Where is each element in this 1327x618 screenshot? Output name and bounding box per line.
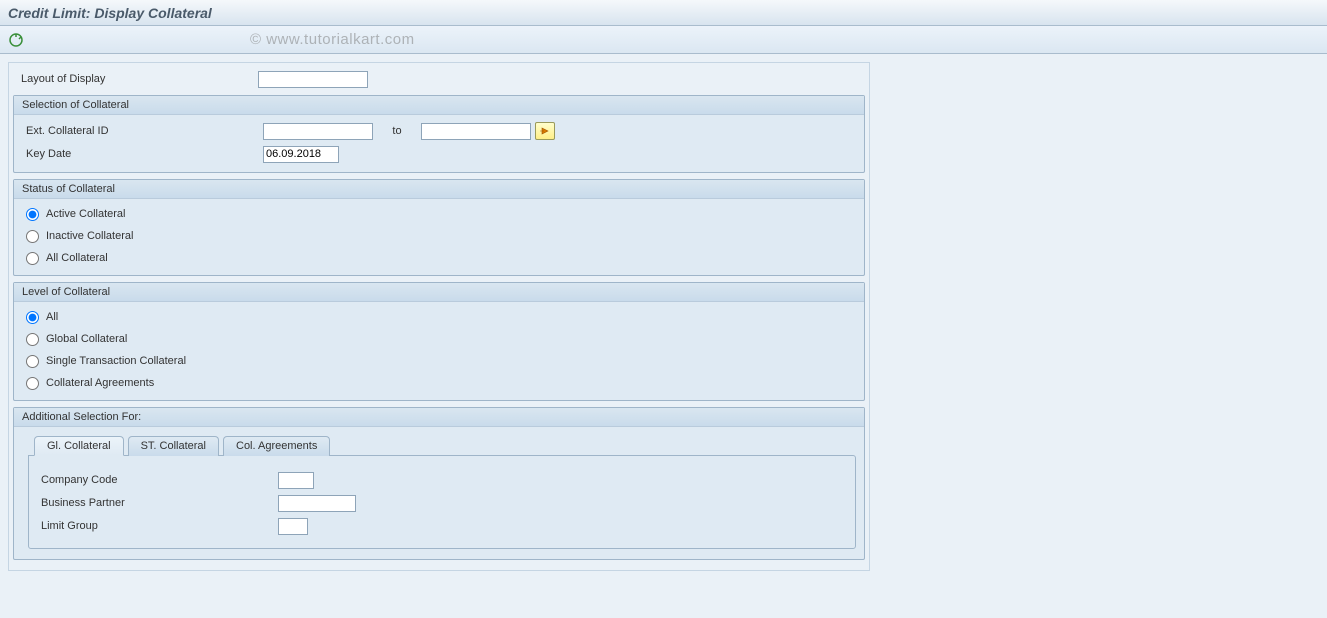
title-bar: Credit Limit: Display Collateral	[0, 0, 1327, 26]
ext-id-label: Ext. Collateral ID	[18, 125, 263, 137]
selection-groupbox: Selection of Collateral Ext. Collateral …	[13, 95, 865, 173]
tab-label-st: ST. Collateral	[141, 440, 206, 452]
level-label-agreements: Collateral Agreements	[46, 377, 154, 389]
status-groupbox: Status of Collateral Active Collateral I…	[13, 179, 865, 276]
level-label-single: Single Transaction Collateral	[46, 355, 186, 367]
level-option-single[interactable]: Single Transaction Collateral	[18, 350, 860, 372]
tab-label-col: Col. Agreements	[236, 440, 317, 452]
key-date-label: Key Date	[18, 148, 263, 160]
status-radio-inactive[interactable]	[26, 230, 39, 243]
status-radio-active[interactable]	[26, 208, 39, 221]
tab-st-collateral[interactable]: ST. Collateral	[128, 436, 219, 456]
tab-gl-collateral[interactable]: Gl. Collateral	[34, 436, 124, 456]
level-radio-all[interactable]	[26, 311, 39, 324]
tab-col-agreements[interactable]: Col. Agreements	[223, 436, 330, 456]
status-label-active: Active Collateral	[46, 208, 125, 220]
key-date-input[interactable]	[263, 146, 339, 163]
multiple-selection-button[interactable]	[535, 122, 555, 140]
selection-group-title: Selection of Collateral	[14, 96, 864, 115]
level-radio-global[interactable]	[26, 333, 39, 346]
status-option-active[interactable]: Active Collateral	[18, 203, 860, 225]
level-option-all[interactable]: All	[18, 306, 860, 328]
layout-label: Layout of Display	[13, 73, 258, 85]
execute-icon[interactable]	[8, 32, 24, 48]
toolbar: © www.tutorialkart.com	[0, 26, 1327, 54]
status-label-inactive: Inactive Collateral	[46, 230, 133, 242]
tabstrip: Gl. Collateral ST. Collateral Col. Agree…	[28, 435, 856, 549]
level-groupbox: Level of Collateral All Global Collatera…	[13, 282, 865, 401]
business-partner-label: Business Partner	[33, 497, 278, 509]
to-label: to	[373, 125, 421, 137]
additional-groupbox: Additional Selection For: Gl. Collateral…	[13, 407, 865, 560]
ext-id-from-input[interactable]	[263, 123, 373, 140]
status-radio-all[interactable]	[26, 252, 39, 265]
status-option-inactive[interactable]: Inactive Collateral	[18, 225, 860, 247]
additional-group-title: Additional Selection For:	[14, 408, 864, 427]
level-label-all: All	[46, 311, 58, 323]
business-partner-input[interactable]	[278, 495, 356, 512]
level-radio-agreements[interactable]	[26, 377, 39, 390]
page-title: Credit Limit: Display Collateral	[8, 5, 212, 21]
level-radio-single[interactable]	[26, 355, 39, 368]
content-area: Layout of Display Selection of Collatera…	[0, 54, 1327, 618]
layout-row: Layout of Display	[13, 68, 865, 90]
status-group-title: Status of Collateral	[14, 180, 864, 199]
ext-id-to-input[interactable]	[421, 123, 531, 140]
layout-input[interactable]	[258, 71, 368, 88]
status-label-all: All Collateral	[46, 252, 108, 264]
level-label-global: Global Collateral	[46, 333, 127, 345]
tab-label-gl: Gl. Collateral	[47, 440, 111, 452]
level-option-agreements[interactable]: Collateral Agreements	[18, 372, 860, 394]
status-option-all[interactable]: All Collateral	[18, 247, 860, 269]
watermark: © www.tutorialkart.com	[250, 31, 415, 48]
level-option-global[interactable]: Global Collateral	[18, 328, 860, 350]
level-group-title: Level of Collateral	[14, 283, 864, 302]
limit-group-input[interactable]	[278, 518, 308, 535]
limit-group-label: Limit Group	[33, 520, 278, 532]
company-code-input[interactable]	[278, 472, 314, 489]
tab-body: Company Code Business Partner Limit Grou…	[28, 455, 856, 549]
company-code-label: Company Code	[33, 474, 278, 486]
